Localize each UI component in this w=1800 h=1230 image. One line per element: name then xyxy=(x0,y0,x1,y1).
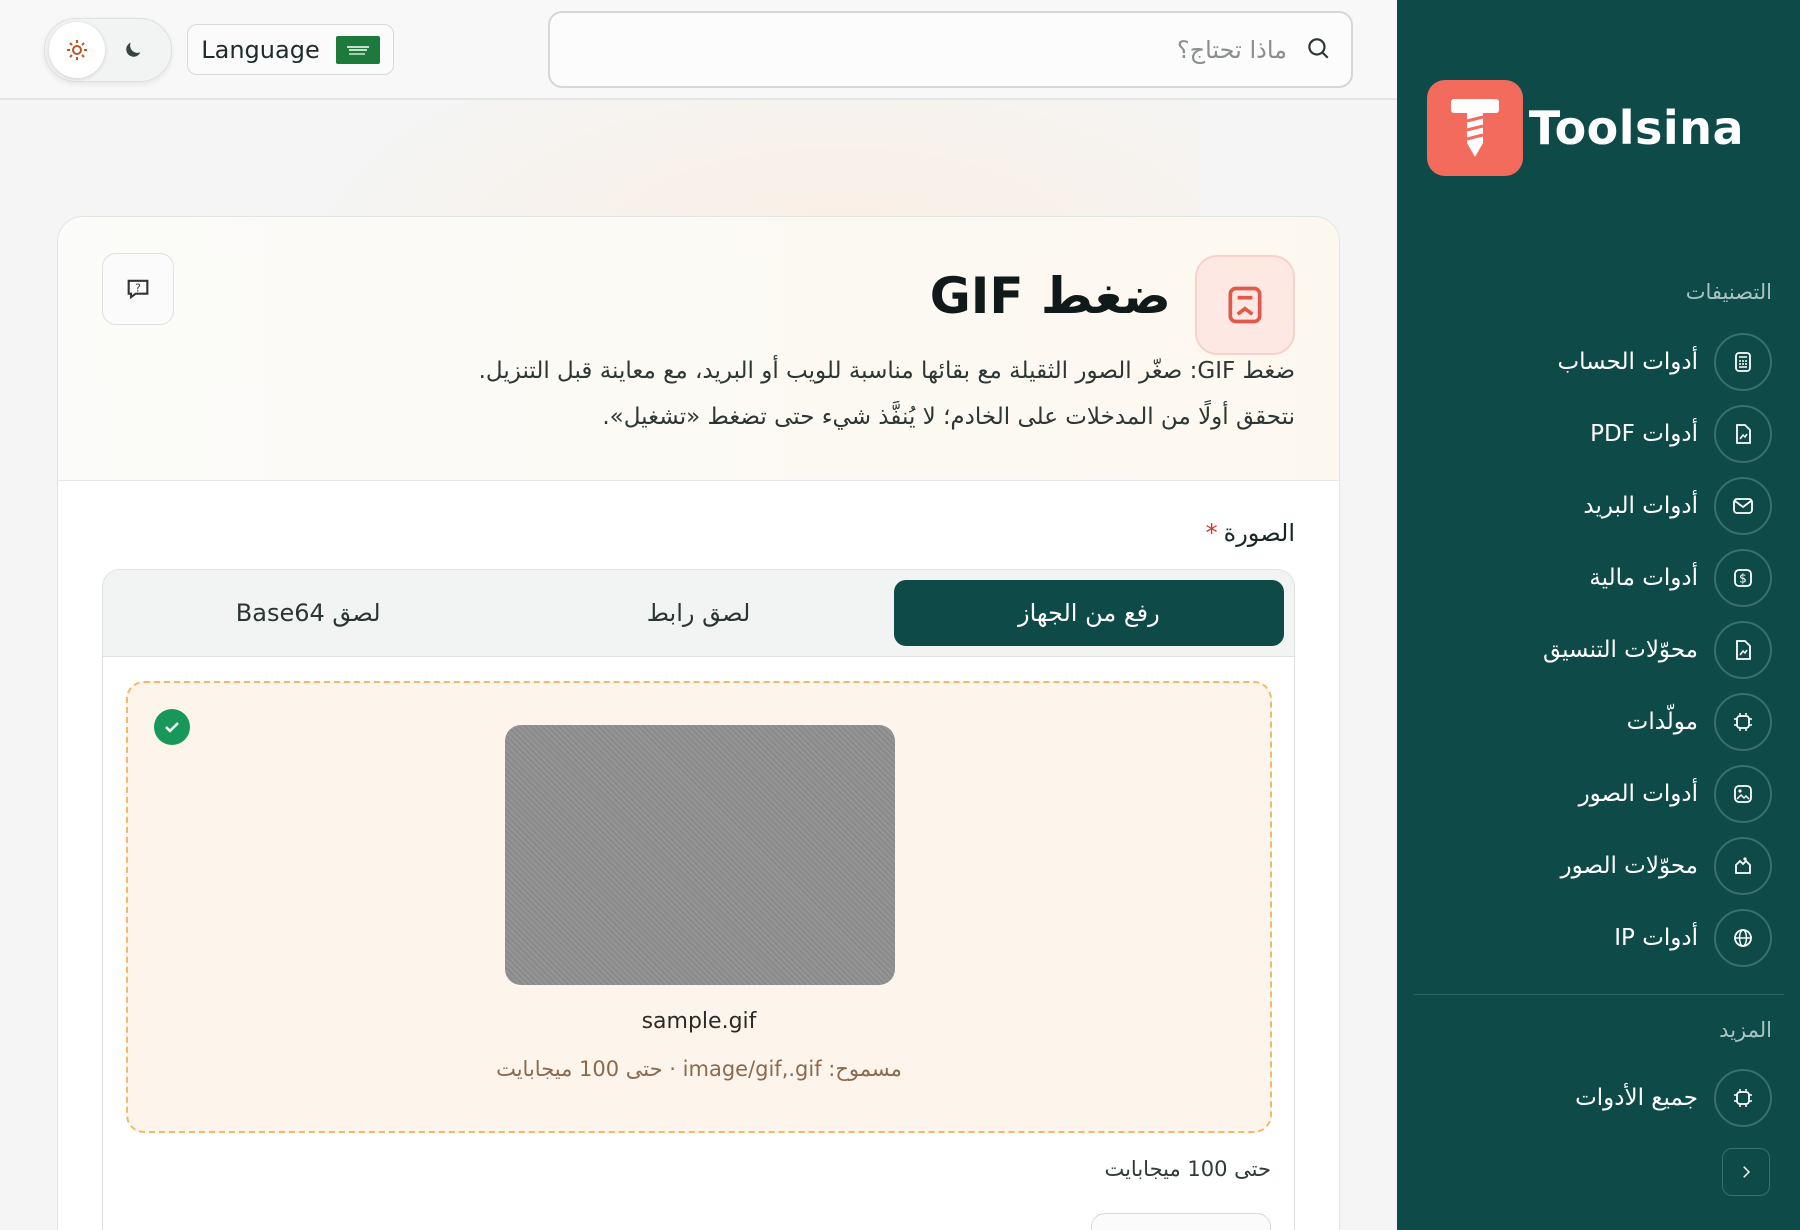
language-button[interactable]: Language xyxy=(187,24,394,75)
required-mark: * xyxy=(1205,519,1218,547)
theme-toggle[interactable] xyxy=(44,18,172,82)
globe-icon xyxy=(1714,909,1772,967)
search-input[interactable] xyxy=(550,35,1287,64)
saudi-flag-icon xyxy=(335,35,380,64)
partial-button[interactable] xyxy=(1091,1213,1271,1230)
brand-logo[interactable]: Toolsina xyxy=(1426,80,1744,176)
search-bar[interactable] xyxy=(548,11,1353,88)
tool-description-2: نتحقق أولًا من المدخلات على الخادم؛ لا ي… xyxy=(602,404,1295,430)
sidebar-item-generators[interactable]: مولّدات xyxy=(1412,692,1772,752)
help-icon: ? xyxy=(127,279,149,300)
categories-heading: التصنيفات xyxy=(1685,280,1772,304)
tool-header: ضغط GIF ? ضغط GIF: صغّر الصور الثقيلة مع… xyxy=(58,217,1339,481)
image-convert-icon xyxy=(1714,837,1772,895)
sidebar: Toolsina التصنيفات أدوات الحساب أدوات PD… xyxy=(1397,0,1800,1230)
top-bar: Language xyxy=(0,0,1397,100)
sidebar-item-pdf-tools[interactable]: أدوات PDF xyxy=(1412,404,1772,464)
tab-paste-base64[interactable]: لصق Base64 xyxy=(113,580,503,646)
sidebar-item-format-converters[interactable]: محوّلات التنسيق xyxy=(1412,620,1772,680)
image-field-label: الصورة* xyxy=(1205,519,1295,547)
sidebar-more: جميع الأدوات xyxy=(1412,1068,1772,1140)
sidebar-collapse-button[interactable] xyxy=(1722,1148,1770,1196)
generator-icon xyxy=(1714,693,1772,751)
image-preview xyxy=(505,725,895,985)
screw-logo-icon xyxy=(1426,80,1523,176)
tab-paste-link[interactable]: لصق رابط xyxy=(503,580,893,646)
svg-text:?: ? xyxy=(135,282,141,294)
brand-name: Toolsina xyxy=(1528,101,1744,155)
tab-upload-device[interactable]: رفع من الجهاز xyxy=(893,580,1284,646)
convert-file-icon xyxy=(1714,621,1772,679)
input-source-tabs: رفع من الجهاز لصق رابط لصق Base64 xyxy=(102,569,1295,657)
allowed-types-text: مسموح: image/gif,.gif · حتى 100 ميجابايت xyxy=(496,1057,902,1081)
dollar-icon: $ xyxy=(1714,549,1772,607)
sidebar-item-image-converters[interactable]: محوّلات الصور xyxy=(1412,836,1772,896)
help-button[interactable]: ? xyxy=(102,253,174,325)
tool-card: ضغط GIF ? ضغط GIF: صغّر الصور الثقيلة مع… xyxy=(57,216,1340,1230)
sidebar-item-calculation-tools[interactable]: أدوات الحساب xyxy=(1412,332,1772,392)
calculator-icon xyxy=(1714,333,1772,391)
file-name: sample.gif xyxy=(641,1009,757,1034)
sidebar-item-all-tools[interactable]: جميع الأدوات xyxy=(1412,1068,1772,1128)
sidebar-item-ip-tools[interactable]: أدوات IP xyxy=(1412,908,1772,968)
sidebar-divider xyxy=(1414,994,1784,995)
tool-description-1: ضغط GIF: صغّر الصور الثقيلة مع بقائها من… xyxy=(478,358,1295,384)
more-heading: المزيد xyxy=(1719,1018,1772,1042)
all-tools-icon xyxy=(1714,1069,1772,1127)
search-icon xyxy=(1305,35,1331,65)
page-title: ضغط GIF xyxy=(929,267,1171,325)
language-label: Language xyxy=(201,35,320,64)
pdf-file-icon xyxy=(1714,405,1772,463)
bookmark-icon xyxy=(1195,255,1295,355)
file-dropzone[interactable]: sample.gif مسموح: image/gif,.gif · حتى 1… xyxy=(126,681,1272,1133)
upload-panel: sample.gif مسموح: image/gif,.gif · حتى 1… xyxy=(102,657,1295,1230)
max-size-note: حتى 100 ميجابايت xyxy=(1104,1157,1271,1181)
svg-text:$: $ xyxy=(1739,572,1747,586)
image-icon xyxy=(1714,765,1772,823)
moon-icon[interactable] xyxy=(105,22,161,78)
sidebar-item-mail-tools[interactable]: أدوات البريد xyxy=(1412,476,1772,536)
sidebar-item-image-tools[interactable]: أدوات الصور xyxy=(1412,764,1772,824)
check-icon xyxy=(154,709,190,745)
sun-icon[interactable] xyxy=(49,22,105,78)
mail-icon xyxy=(1714,477,1772,535)
sidebar-item-finance-tools[interactable]: أدوات مالية $ xyxy=(1412,548,1772,608)
sidebar-categories: أدوات الحساب أدوات PDF أدوات البريد أدوا… xyxy=(1412,332,1772,980)
chevron-right-icon xyxy=(1743,1166,1751,1178)
